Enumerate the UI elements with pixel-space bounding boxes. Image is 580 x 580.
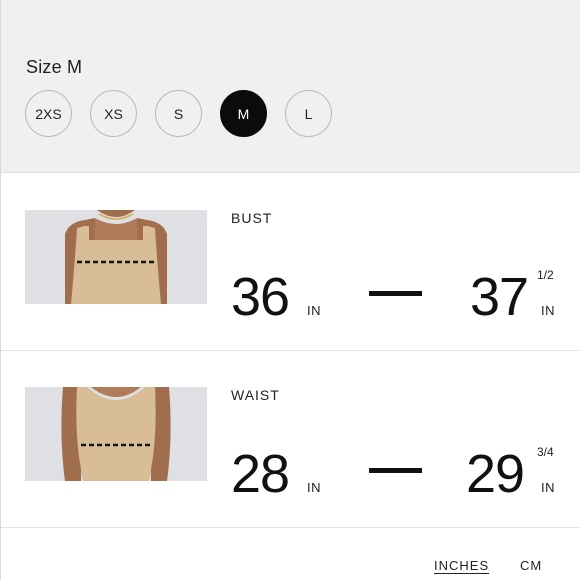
size-option-l[interactable]: L [285,90,332,137]
size-option-s[interactable]: S [155,90,202,137]
bust-min-value: 36 [231,267,290,327]
waist-min-value: 28 [231,444,290,504]
units-cm-toggle[interactable]: CM [520,558,542,573]
waist-max-value: 29 [466,444,525,504]
size-options: 2XS XS S M L [25,90,332,137]
bust-max-fraction: 1/2 [537,268,554,282]
waist-max-unit: IN [541,480,555,495]
bust-measurement-photo [25,210,207,304]
waist-measurement-photo [25,387,207,481]
size-option-m[interactable]: M [220,90,267,137]
size-title: Size M [26,57,83,77]
bust-min-unit: IN [307,303,321,318]
bust-max-value: 37 [470,267,529,327]
waist-measurement-row: WAIST 28 IN 29 3/4 IN [1,351,580,528]
bust-label: BUST [231,210,273,226]
size-guide-panel: Size M 2XS XS S M L BUST 36 IN 37 1/2 IN… [0,0,580,580]
units-inches-toggle[interactable]: INCHES [434,558,489,573]
bust-measurement-row: BUST 36 IN 37 1/2 IN [1,174,580,351]
size-option-2xs[interactable]: 2XS [25,90,72,137]
range-dash [369,291,422,296]
waist-label: WAIST [231,387,280,403]
bust-max-unit: IN [541,303,555,318]
size-selector-header: Size M 2XS XS S M L [1,0,580,173]
size-option-xs[interactable]: XS [90,90,137,137]
range-dash [369,468,422,473]
waist-min-unit: IN [307,480,321,495]
waist-max-fraction: 3/4 [537,445,554,459]
